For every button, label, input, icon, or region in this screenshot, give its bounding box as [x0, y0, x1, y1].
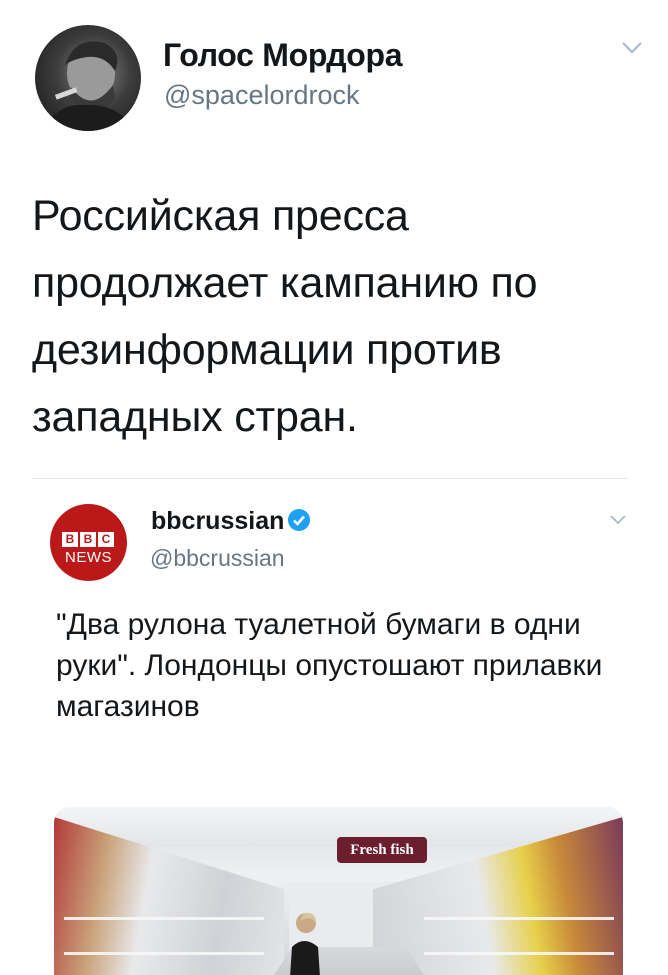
tweet-card[interactable]: Голос Мордора @spacelordrock Российская …	[0, 0, 668, 975]
quoted-author-handle[interactable]: @bbcrussian	[150, 545, 285, 572]
verified-badge-icon	[288, 509, 310, 531]
shelf-edge	[64, 952, 264, 955]
shelf-edge	[424, 952, 614, 955]
fresh-fish-sign: Fresh fish	[337, 837, 427, 863]
chevron-down-icon[interactable]	[620, 40, 644, 56]
author-avatar[interactable]	[35, 25, 141, 131]
shelf-edge	[64, 917, 264, 920]
bbc-logo-letter: C	[98, 532, 114, 547]
tweet-text: Российская пресса продолжает кампанию по…	[32, 192, 538, 441]
quoted-tweet[interactable]: B B C NEWS bbcrussian @bbcrussian "Два р…	[32, 478, 628, 975]
bbc-logo-letter: B	[80, 532, 96, 547]
bbc-logo-letter: B	[62, 532, 78, 547]
bbc-news-avatar[interactable]: B B C NEWS	[50, 504, 127, 581]
quoted-tweet-text: "Два рулона туалетной бумаги в одни руки…	[56, 608, 603, 723]
quoted-author-name[interactable]: bbcrussian	[151, 507, 284, 536]
shopper-figure-icon	[290, 912, 320, 975]
quoted-tweet-photo[interactable]: Fresh fish	[54, 807, 623, 975]
shelf-edge	[424, 917, 614, 920]
author-handle[interactable]: @spacelordrock	[164, 80, 360, 111]
bbc-logo: B B C	[62, 532, 114, 547]
author-name[interactable]: Голос Мордора	[163, 37, 403, 74]
user-photo-icon	[45, 41, 135, 131]
chevron-down-icon[interactable]	[609, 514, 627, 526]
bbc-logo-subtitle: NEWS	[65, 549, 112, 566]
